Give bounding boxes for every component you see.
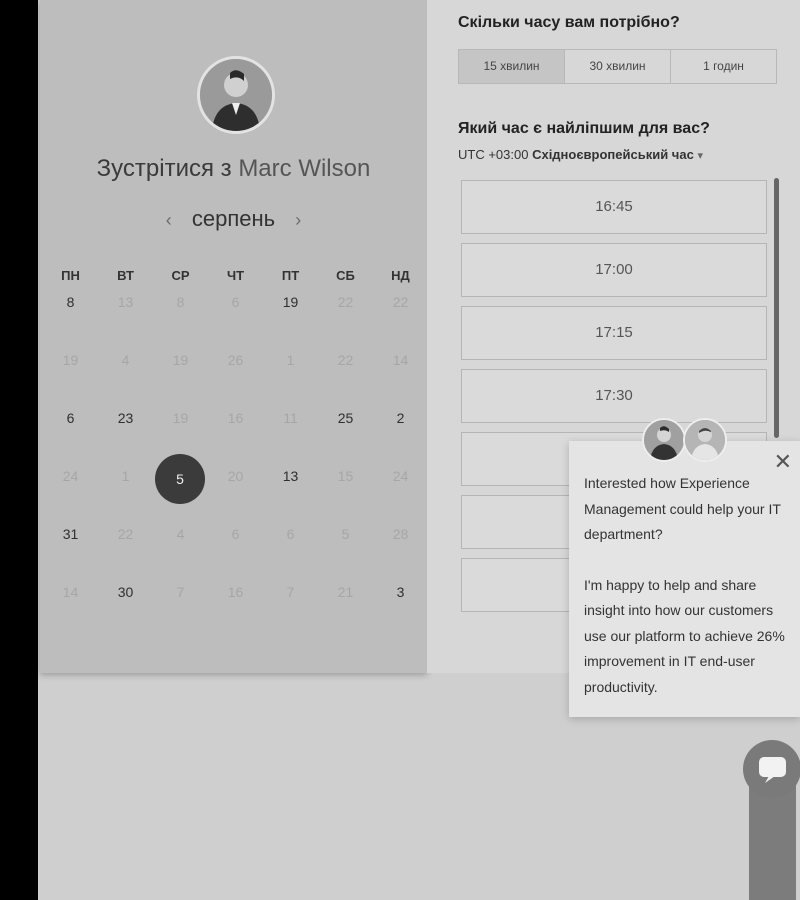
weekday-label: ЧТ: [226, 268, 245, 283]
selected-day[interactable]: 5: [155, 454, 205, 504]
timezone-selector[interactable]: UTC +03:00 Східноєвропейський час ▾: [458, 147, 703, 162]
duration-selector: 15 хвилин 30 хвилин 1 годин: [458, 49, 777, 84]
calendar-day: 19: [172, 352, 189, 368]
weekday-header: ПН ВТ СР ЧТ ПТ СБ НД: [40, 268, 427, 283]
slot-list-scrollbar[interactable]: [774, 178, 779, 438]
duration-option-60[interactable]: 1 годин: [671, 50, 776, 83]
host-panel: Зустрітися з Marc Wilson ‹ серпень › ПН …: [40, 0, 427, 673]
calendar-day: 22: [117, 526, 134, 542]
popup-text-2: I'm happy to help and share insight into…: [584, 576, 785, 695]
calendar-day[interactable]: 2: [373, 403, 428, 433]
calendar-day: 16: [227, 584, 244, 600]
chat-popup: ✕ Interested how Experience Management c…: [569, 441, 800, 717]
calendar-day: 1: [286, 352, 295, 368]
month-label: серпень: [191, 206, 276, 231]
calendar-day: 20: [227, 468, 244, 484]
calendar-day[interactable]: 30: [98, 577, 153, 607]
time-heading: Який час є найліпшим для вас?: [458, 120, 710, 137]
calendar-day: 6: [286, 526, 295, 542]
weekday-label: ВТ: [117, 268, 134, 283]
calendar-day: 14: [62, 584, 79, 600]
calendar-day[interactable]: 6: [43, 403, 98, 433]
left-edge-bar: [0, 0, 38, 900]
host-name: Marc Wilson: [238, 155, 371, 182]
calendar-day: 19: [172, 410, 189, 426]
calendar-day[interactable]: 19: [263, 287, 318, 317]
time-slot[interactable]: 17:15: [461, 306, 767, 360]
calendar-day[interactable]: 13: [263, 461, 318, 491]
calendar-day[interactable]: 31: [43, 519, 98, 549]
calendar-grid: ПН ВТ СР ЧТ ПТ СБ НД 8 13 8 6 19 22 22 19 4 19 26 1…: [40, 268, 427, 600]
calendar-day: 7: [176, 584, 185, 600]
popup-message: Interested how Experience Management cou…: [584, 471, 789, 700]
calendar-day: 24: [392, 468, 409, 484]
calendar-day: 7: [286, 584, 295, 600]
calendar-day[interactable]: 25: [318, 403, 373, 433]
chat-launcher-button[interactable]: [743, 740, 800, 798]
calendar-day: 11: [283, 410, 298, 426]
calendar-day: 22: [337, 352, 354, 368]
timezone-name: Східноєвропейський час: [532, 147, 694, 162]
calendar-day: 8: [176, 294, 185, 310]
chat-bubble-icon: [759, 757, 786, 783]
calendar-day: 19: [62, 352, 79, 368]
calendar-day: 5: [341, 526, 350, 542]
calendar-day: 22: [392, 294, 409, 310]
weekday-label: ПН: [61, 268, 80, 283]
calendar-day[interactable]: 23: [98, 403, 153, 433]
calendar-day: 16: [227, 410, 244, 426]
calendar-day: 15: [337, 468, 354, 484]
calendar-day: 4: [176, 526, 185, 542]
host-avatar: [197, 56, 275, 134]
agent-avatar: [642, 418, 686, 462]
duration-heading: Скільки часу вам потрібно?: [458, 14, 680, 31]
calendar-day: 28: [392, 526, 409, 542]
calendar-day: 22: [337, 294, 354, 310]
calendar-day: 13: [117, 294, 134, 310]
time-slot[interactable]: 17:30: [461, 369, 767, 423]
calendar-day: 6: [231, 294, 240, 310]
calendar-day: 26: [227, 352, 244, 368]
calendar-day: 6: [231, 526, 240, 542]
calendar-day: 14: [392, 352, 409, 368]
meeting-title-prefix: Зустрітися з: [96, 155, 232, 182]
weekday-label: НД: [391, 268, 410, 283]
time-slot[interactable]: 17:00: [461, 243, 767, 297]
weekday-label: СБ: [336, 268, 355, 283]
calendar-day: 1: [121, 468, 130, 484]
meeting-title: Зустрітися з Marc Wilson: [40, 155, 427, 183]
popup-text-1: Interested how Experience Management cou…: [584, 475, 781, 542]
next-month-button[interactable]: ›: [281, 210, 315, 230]
duration-option-15[interactable]: 15 хвилин: [459, 50, 565, 83]
calendar-day: 4: [121, 352, 130, 368]
chevron-down-icon: ▾: [697, 150, 703, 162]
calendar-day: 24: [62, 468, 79, 484]
timezone-offset: UTC +03:00: [458, 147, 529, 162]
calendar-day: 21: [337, 584, 354, 600]
weekday-label: ПТ: [281, 268, 300, 283]
time-slot[interactable]: 16:45: [461, 180, 767, 234]
calendar-day[interactable]: 8: [43, 287, 98, 317]
agent-avatar: [683, 418, 727, 462]
weekday-label: СР: [171, 268, 190, 283]
month-navigation: ‹ серпень ›: [40, 206, 427, 232]
calendar-day[interactable]: 3: [373, 577, 428, 607]
duration-option-30[interactable]: 30 хвилин: [565, 50, 671, 83]
close-icon[interactable]: ✕: [774, 451, 792, 473]
prev-month-button[interactable]: ‹: [152, 210, 186, 230]
